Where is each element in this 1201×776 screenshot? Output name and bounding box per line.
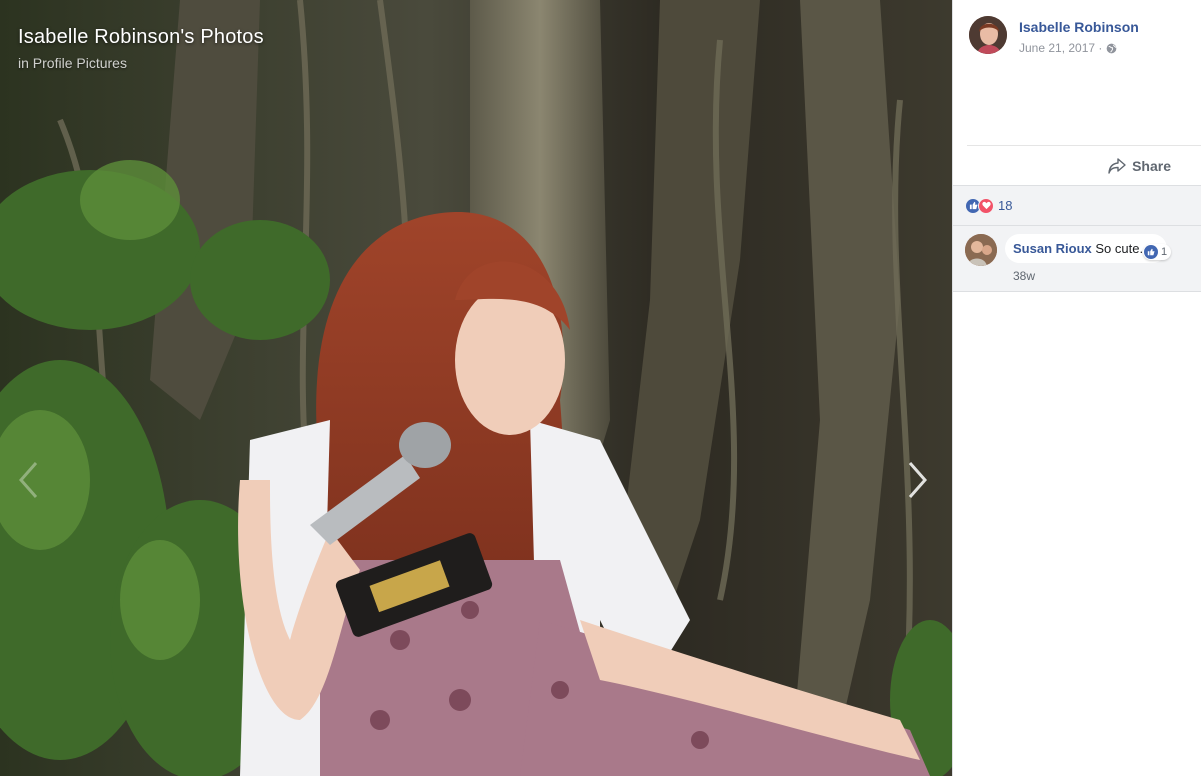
- comment-like-badge[interactable]: 1: [1142, 244, 1172, 260]
- post-meta: Isabelle Robinson June 21, 2017 ·: [1019, 16, 1139, 145]
- album-prefix: in: [18, 55, 29, 71]
- post-header: Isabelle Robinson June 21, 2017 ·: [953, 0, 1201, 145]
- post-date[interactable]: June 21, 2017 ·: [1019, 41, 1102, 55]
- chevron-left-icon: [18, 462, 38, 498]
- reaction-count[interactable]: 18: [998, 198, 1012, 213]
- photo-sidebar: Isabelle Robinson June 21, 2017 · Share: [952, 0, 1201, 776]
- comment-author[interactable]: Susan Rioux: [1013, 241, 1092, 256]
- author-avatar[interactable]: [969, 16, 1007, 54]
- share-icon: [1108, 157, 1126, 174]
- photo-album-line: in Profile Pictures: [18, 55, 127, 71]
- comments-section: Susan Rioux So cute. 1 38w: [953, 226, 1201, 292]
- post-date-line: June 21, 2017 ·: [1019, 41, 1139, 55]
- comment-body: Susan Rioux So cute. 1 38w: [1005, 234, 1172, 283]
- love-icon: [978, 197, 994, 214]
- comment-text: So cute.: [1095, 241, 1144, 256]
- album-link[interactable]: Profile Pictures: [33, 55, 127, 71]
- next-photo-button[interactable]: [898, 455, 938, 505]
- share-button[interactable]: Share: [1108, 158, 1171, 174]
- commenter-avatar[interactable]: [965, 234, 997, 266]
- photo-title: Isabelle Robinson's Photos: [18, 26, 264, 48]
- comment-time[interactable]: 38w: [1013, 269, 1167, 283]
- photo-viewer: Isabelle Robinson's Photos in Profile Pi…: [0, 0, 1201, 776]
- comment-like-count: 1: [1160, 246, 1168, 258]
- post-actions: Share: [967, 145, 1201, 185]
- reaction-icons[interactable]: [965, 197, 994, 214]
- author-name[interactable]: Isabelle Robinson: [1019, 19, 1139, 35]
- share-label: Share: [1132, 157, 1171, 174]
- chevron-right-icon: [908, 462, 928, 498]
- globe-icon: [1107, 43, 1117, 53]
- previous-photo-button[interactable]: [8, 455, 48, 505]
- reactions-bar: 18: [953, 185, 1201, 226]
- photo-image[interactable]: [0, 0, 952, 776]
- photo-stage: Isabelle Robinson's Photos in Profile Pi…: [0, 0, 952, 776]
- like-icon: [1143, 245, 1158, 259]
- comment-item: Susan Rioux So cute. 1 38w: [953, 226, 1201, 283]
